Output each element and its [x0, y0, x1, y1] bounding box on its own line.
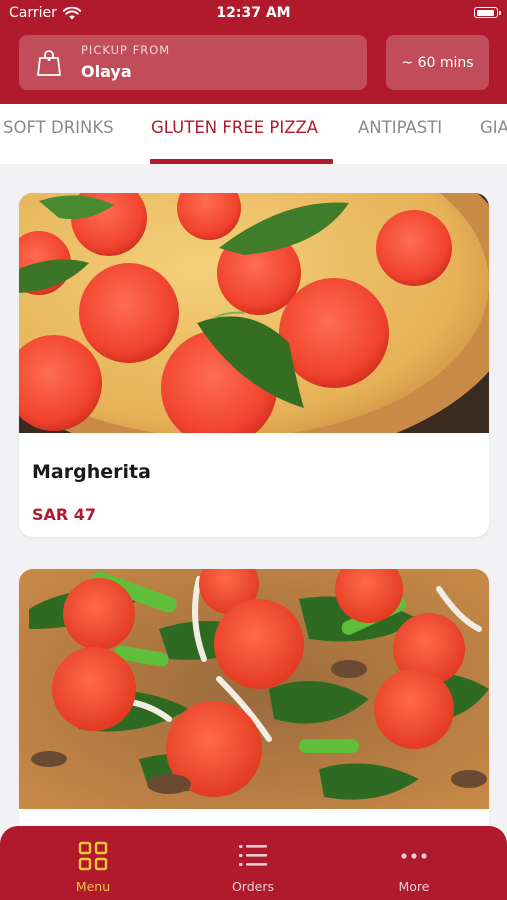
nav-orders-label: Orders — [231, 879, 275, 894]
battery-icon — [474, 7, 501, 18]
status-time: 12:37 AM — [216, 5, 291, 21]
pickup-label: PICKUP FROM — [81, 43, 171, 57]
tab-antipasti[interactable]: ANTIPASTI — [358, 118, 442, 137]
nav-orders[interactable]: Orders — [193, 826, 313, 900]
grid-icon — [78, 841, 108, 871]
nav-more[interactable]: More — [354, 826, 474, 900]
menu-item-name: Margherita — [32, 461, 151, 483]
more-dots-icon — [401, 853, 427, 859]
menu-item-card[interactable] — [19, 569, 489, 869]
menu-item-price: SAR 47 — [32, 505, 97, 524]
pickup-location: Olaya — [81, 62, 132, 81]
bottom-tab-bar: Menu Orders More — [0, 826, 507, 900]
margherita-pizza-photo — [19, 193, 489, 433]
category-tabs: SOFT DRINKS GLUTEN FREE PIZZA ANTIPASTI … — [0, 104, 507, 164]
tab-next-category[interactable]: GIA — [480, 118, 507, 137]
shopping-bag-icon — [37, 50, 61, 76]
eta-button[interactable]: ~ 60 mins — [386, 35, 489, 90]
tab-soft-drinks[interactable]: SOFT DRINKS — [3, 118, 114, 137]
nav-more-label: More — [398, 879, 430, 894]
vegetable-pizza-photo — [19, 569, 489, 809]
tab-gluten-free-pizza[interactable]: GLUTEN FREE PIZZA — [151, 118, 318, 137]
active-tab-indicator — [150, 159, 333, 164]
status-bar: Carrier 12:37 AM — [0, 0, 507, 28]
menu-item-card[interactable]: Margherita SAR 47 — [19, 193, 489, 537]
nav-menu[interactable]: Menu — [33, 826, 153, 900]
nav-menu-label: Menu — [75, 879, 111, 894]
app-header: Carrier 12:37 AM PICKUP FROM Olaya ~ 60 … — [0, 0, 507, 104]
pickup-location-selector[interactable]: PICKUP FROM Olaya — [19, 35, 367, 90]
list-icon — [239, 845, 267, 866]
